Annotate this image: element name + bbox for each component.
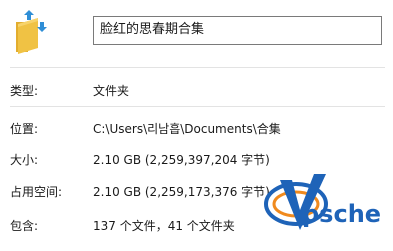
size-label: 大小: <box>10 153 39 167</box>
size-value: 2.10 GB (2,259,397,204 字节) <box>93 153 270 167</box>
type-label: 类型: <box>10 84 39 98</box>
watermark-brand-text: psche <box>302 200 381 228</box>
size-on-disk-value: 2.10 GB (2,259,173,376 字节) <box>93 185 270 199</box>
folder-name-input[interactable]: 脸红的思春期合集 <box>93 16 382 45</box>
location-label: 位置: <box>10 122 39 136</box>
vpsche-logo-watermark: psche <box>264 174 381 230</box>
contains-value: 137 个文件，41 个文件夹 <box>93 219 235 233</box>
size-on-disk-label: 占用空间: <box>10 185 63 199</box>
location-value: C:\Users\리남흡\Documents\合集 <box>93 122 281 136</box>
type-value: 文件夹 <box>93 84 130 98</box>
folder-icon <box>16 10 47 54</box>
contains-label: 包含: <box>10 219 39 233</box>
divider <box>10 106 385 107</box>
divider <box>10 67 385 68</box>
